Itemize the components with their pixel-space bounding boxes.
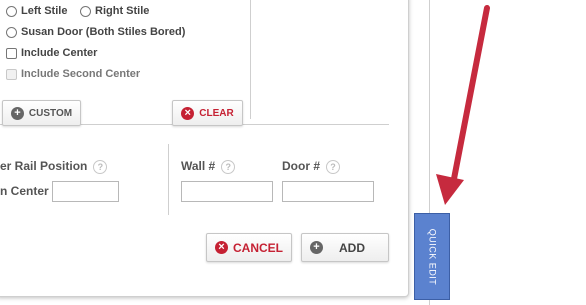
annotation-arrow [436, 5, 490, 205]
arrow-head [436, 174, 464, 205]
arrow-shaft [450, 5, 490, 187]
